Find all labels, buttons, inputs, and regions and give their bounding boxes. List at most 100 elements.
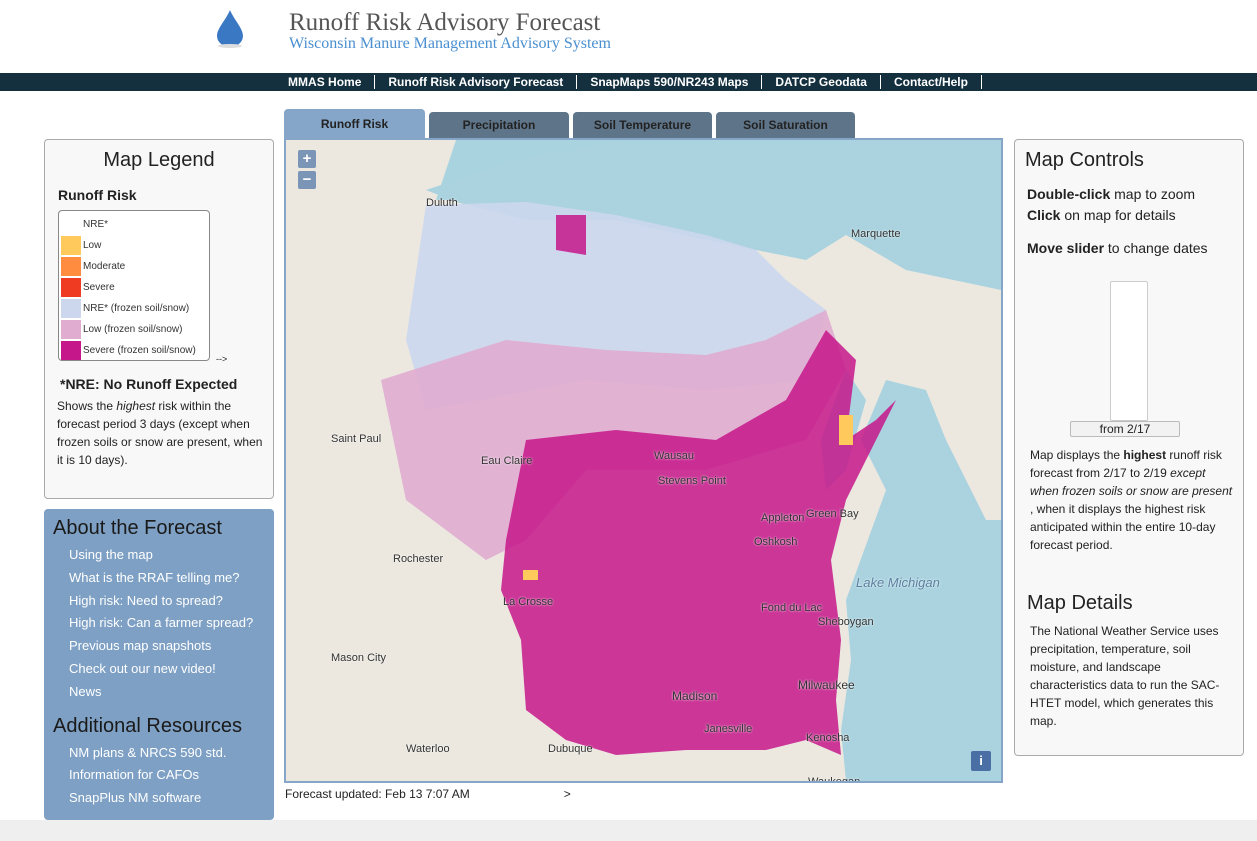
legend-title: Map Legend [103, 149, 215, 171]
about-link[interactable]: High risk: Need to spread? [69, 590, 274, 613]
map-label: Sheboygan [818, 616, 874, 628]
legend-item: Low [61, 235, 207, 256]
legend-label: NRE* [83, 219, 109, 230]
legend-note: Shows the highest risk within the foreca… [57, 397, 267, 469]
hint-bold: Double-click [1027, 186, 1111, 202]
hint-text: to change dates [1104, 240, 1208, 256]
legend-item: NRE* (frozen soil/snow) [61, 298, 207, 319]
legend-item: Severe [61, 277, 207, 298]
legend-label: Low [83, 240, 102, 251]
details-text: The National Weather Service uses precip… [1030, 624, 1220, 728]
map-label: Saint Paul [331, 433, 382, 445]
map-label: Rochester [393, 553, 444, 565]
map-label: Marquette [851, 228, 901, 240]
legend-swatch [61, 341, 81, 360]
legend-label: NRE* (frozen soil/snow) [83, 303, 190, 314]
dblclick-hint: Double-click map to zoom [1027, 186, 1195, 202]
about-link[interactable]: News [69, 681, 274, 704]
about-link[interactable]: Previous map snapshots [69, 635, 274, 658]
map-label: Duluth [426, 197, 458, 209]
region-low [839, 415, 853, 445]
map-label: La Crosse [503, 596, 554, 608]
map-label: Stevens Point [658, 475, 726, 487]
map-legend-panel: Map Legend Runoff Risk NRE* Low Moderate Se… [44, 139, 274, 499]
about-title: About the Forecast [53, 517, 222, 539]
legend-swatch [61, 257, 81, 276]
zoom-in-button[interactable]: + [298, 150, 316, 168]
legend-item: NRE* [61, 214, 207, 235]
about-link[interactable]: Using the map [69, 544, 274, 567]
map-label: Kenosha [806, 732, 850, 744]
tab-precipitation[interactable]: Precipitation [429, 112, 569, 138]
map-label: Waukegan [808, 776, 861, 783]
zoom-out-button[interactable]: − [298, 171, 316, 189]
map-label: Fond du Lac [761, 602, 823, 614]
map-label: Oshkosh [754, 536, 798, 548]
map-label: Madison [672, 689, 718, 703]
legend-swatch [61, 278, 81, 297]
tab-runoff-risk[interactable]: Runoff Risk [284, 109, 425, 138]
legend-item: Low (frozen soil/snow) [61, 319, 207, 340]
map-label: Waterloo [406, 743, 450, 755]
nav-bar: MMAS Home Runoff Risk Advisory Forecast … [0, 73, 1257, 91]
legend-swatch [61, 215, 81, 234]
hint-text: map to zoom [1110, 186, 1196, 202]
legend-box: NRE* Low Moderate Severe NRE* (frozen soil/s… [58, 210, 210, 361]
legend-arrow: --> [216, 354, 228, 364]
desc-text: Map displays the [1030, 448, 1124, 462]
hint-bold: Move slider [1027, 240, 1105, 256]
region-severe-north [556, 215, 586, 255]
map-label: Milwaukee [798, 678, 855, 692]
desc-bold: highest [1123, 448, 1167, 462]
region-low [523, 570, 538, 580]
legend-label: Severe [83, 282, 115, 293]
nre-note: *NRE: No Runoff Expected [60, 376, 238, 392]
about-link[interactable]: High risk: Can a farmer spread? [69, 612, 274, 635]
resource-link[interactable]: NM plans & NRCS 590 std. [69, 742, 274, 765]
about-link[interactable]: What is the RRAF telling me? [69, 567, 274, 590]
legend-item: Severe (frozen soil/snow) [61, 340, 207, 361]
map-tabs: Runoff Risk Precipitation Soil Temperatu… [284, 109, 859, 138]
legend-swatch [61, 299, 81, 318]
click-hint: Click on map for details [1027, 207, 1176, 223]
about-panel: About the Forecast Using the map What is … [44, 509, 274, 820]
legend-label: Moderate [83, 261, 126, 272]
map-label: Wausau [654, 450, 694, 462]
resource-link[interactable]: SnapPlus NM software [69, 787, 274, 810]
date-slider[interactable] [1110, 281, 1148, 421]
tab-soil-temperature[interactable]: Soil Temperature [573, 112, 712, 138]
nav-snapmaps[interactable]: SnapMaps 590/NR243 Maps [577, 75, 763, 89]
slider-hint: Move slider to change dates [1027, 240, 1208, 256]
map-label: Lake Michigan [856, 575, 940, 590]
page-title: Runoff Risk Advisory Forecast [289, 9, 601, 36]
updated-text: Forecast updated: Feb 13 7:07 AM [285, 787, 470, 801]
legend-subtitle: Runoff Risk [58, 187, 137, 203]
nav-datcp[interactable]: DATCP Geodata [762, 75, 881, 89]
updated-arrow: > [563, 787, 571, 801]
map-controls-panel: Map Controls Double-click map to zoom Cl… [1014, 139, 1244, 756]
legend-swatch [61, 236, 81, 255]
legend-label: Low (frozen soil/snow) [83, 324, 183, 335]
hint-bold: Click [1027, 207, 1061, 223]
resource-link[interactable]: Information for CAFOs [69, 764, 274, 787]
info-button[interactable]: i [971, 751, 991, 771]
legend-item: Moderate [61, 256, 207, 277]
slider-label[interactable]: from 2/17 [1070, 421, 1180, 437]
tab-soil-saturation[interactable]: Soil Saturation [716, 112, 855, 138]
map-label: Green Bay [806, 508, 859, 520]
runoff-risk-map[interactable]: + − Duluth Marquette Saint Paul Eau Claire W… [284, 138, 1003, 783]
about-link[interactable]: Check out our new video! [69, 658, 274, 681]
note-text: Shows the [57, 399, 117, 413]
nav-mmas-home[interactable]: MMAS Home [275, 75, 376, 89]
nav-contact[interactable]: Contact/Help [881, 75, 982, 89]
map-label: Dubuque [548, 743, 593, 755]
note-emphasis: highest [116, 399, 156, 413]
water-drop-logo [217, 10, 243, 48]
header: Runoff Risk Advisory Forecast Wisconsin … [0, 0, 1257, 73]
page-subtitle: Wisconsin Manure Management Advisory Sys… [289, 35, 611, 52]
footer [0, 820, 1257, 841]
map-label: Janesville [704, 723, 753, 735]
forecast-updated: Forecast updated: Feb 13 7:07 AM > [285, 787, 571, 801]
nav-rraf[interactable]: Runoff Risk Advisory Forecast [375, 75, 578, 89]
controls-description: Map displays the highest runoff risk for… [1030, 446, 1235, 554]
